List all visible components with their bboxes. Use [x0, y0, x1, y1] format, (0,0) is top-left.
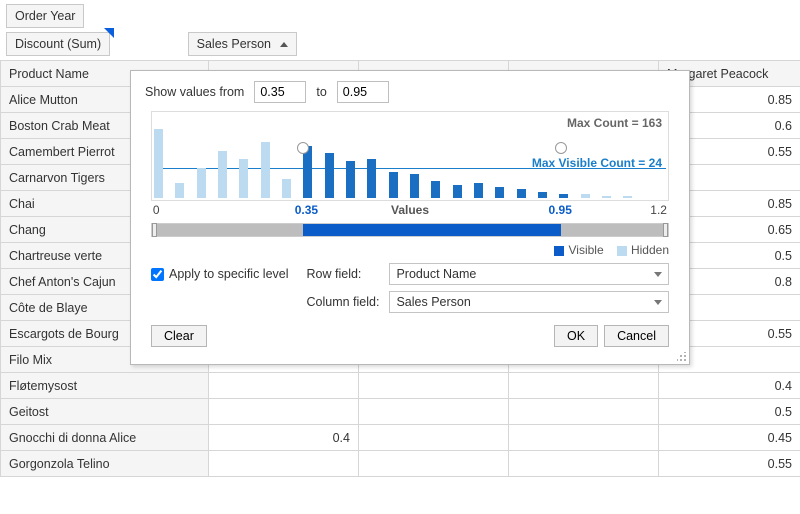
- histogram-chart[interactable]: Max Count = 163 Max Visible Count = 24: [151, 111, 669, 201]
- table-row: Gorgonzola Telino0.55: [1, 451, 800, 477]
- to-input[interactable]: [337, 81, 389, 103]
- sales-person-field[interactable]: Sales Person: [188, 32, 298, 56]
- column-field-combo[interactable]: Sales Person: [389, 291, 669, 313]
- row-header[interactable]: Gnocchi di donna Alice: [1, 425, 209, 451]
- range-grip-max[interactable]: [663, 223, 668, 237]
- range-to-handle[interactable]: [555, 142, 567, 154]
- row-field-label: Row field:: [307, 267, 380, 281]
- order-year-field[interactable]: Order Year: [6, 4, 84, 28]
- range-from-handle[interactable]: [297, 142, 309, 154]
- legend-hidden-swatch: [617, 246, 627, 256]
- sort-asc-icon: [280, 42, 288, 47]
- from-input[interactable]: [254, 81, 306, 103]
- column-field-label: Column field:: [307, 295, 380, 309]
- sales-person-label: Sales Person: [197, 37, 271, 51]
- to-label: to: [316, 85, 326, 99]
- show-values-from-label: Show values from: [145, 85, 244, 99]
- apply-specific-level-checkbox[interactable]: Apply to specific level: [151, 263, 289, 281]
- resize-grip-icon[interactable]: [677, 352, 687, 362]
- cancel-button[interactable]: Cancel: [604, 325, 669, 347]
- row-header[interactable]: Geitost: [1, 399, 209, 425]
- range-grip-min[interactable]: [152, 223, 157, 237]
- ok-button[interactable]: OK: [554, 325, 598, 347]
- row-field-combo[interactable]: Product Name: [389, 263, 669, 285]
- chart-axis-ticks: 0 0.35 Values 0.95 1.2: [151, 203, 669, 219]
- range-slider[interactable]: [151, 223, 669, 237]
- legend-visible-swatch: [554, 246, 564, 256]
- row-header[interactable]: Fløtemysost: [1, 373, 209, 399]
- chevron-down-icon: [654, 272, 662, 277]
- table-row: Geitost0.5: [1, 399, 800, 425]
- row-header[interactable]: Gorgonzola Telino: [1, 451, 209, 477]
- chevron-down-icon: [654, 300, 662, 305]
- filter-popup: Show values from to Max Count = 163 Max …: [130, 70, 690, 365]
- discount-sum-field[interactable]: Discount (Sum): [6, 32, 110, 56]
- table-row: Gnocchi di donna Alice0.40.45: [1, 425, 800, 451]
- table-row: Fløtemysost0.4: [1, 373, 800, 399]
- clear-button[interactable]: Clear: [151, 325, 207, 347]
- filter-active-icon: [104, 28, 114, 38]
